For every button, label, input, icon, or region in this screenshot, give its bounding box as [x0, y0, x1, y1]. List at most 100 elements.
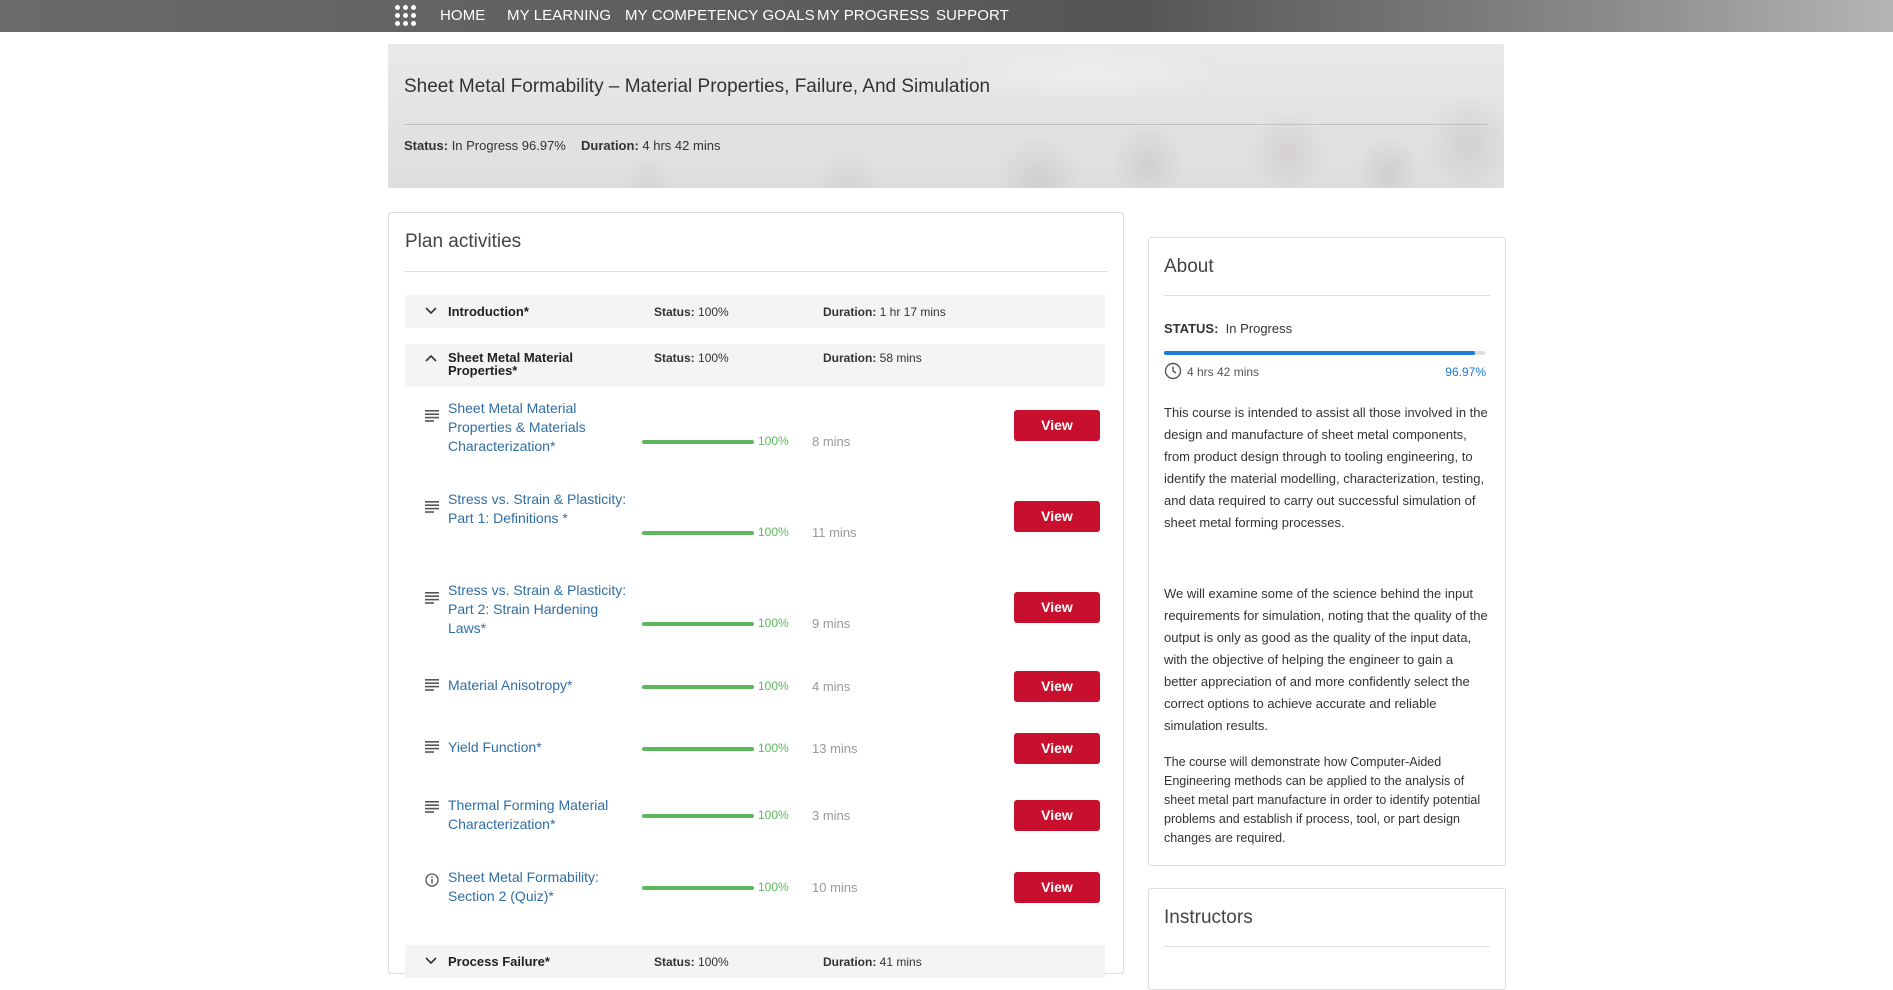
nav-home[interactable]: HOME [440, 0, 485, 32]
section-status-label: Status: [654, 955, 695, 969]
about-status: STATUS: In Progress [1164, 321, 1292, 336]
section-status-value: 100% [698, 351, 729, 365]
section-row-introduction[interactable]: Introduction* Status: 100% Duration: 1 h… [405, 295, 1105, 328]
section-duration-value: 1 hr 17 mins [879, 305, 946, 319]
section-name: Process Failure* [448, 954, 550, 969]
activity-progress-bar [642, 886, 754, 890]
chevron-down-icon[interactable] [425, 955, 437, 967]
document-icon [425, 741, 439, 753]
activity-title-link[interactable]: Sheet Metal Formability: Section 2 (Quiz… [448, 868, 638, 906]
instructors-card: Instructors [1148, 888, 1506, 990]
section-row-process-failure[interactable]: Process Failure* Status: 100% Duration: … [405, 945, 1105, 978]
hero-status: Status: In Progress 96.97% [404, 138, 566, 153]
section-duration-value: 58 mins [879, 351, 922, 365]
activity-row: Yield Function* 100% 13 mins View [405, 733, 1105, 778]
activity-row: Stress vs. Strain & Plasticity: Part 1: … [405, 490, 1105, 560]
activity-duration: 10 mins [812, 880, 858, 895]
about-card: About STATUS: In Progress 4 hrs 42 mins … [1148, 237, 1506, 866]
document-icon [425, 592, 439, 604]
instructors-title: Instructors [1164, 907, 1253, 928]
activity-duration: 3 mins [812, 808, 851, 823]
section-status-label: Status: [654, 351, 695, 365]
about-duration: 4 hrs 42 mins [1187, 365, 1260, 379]
about-status-value: In Progress [1225, 321, 1293, 336]
apps-grid-icon[interactable] [395, 5, 417, 27]
activity-progress-percent: 100% [758, 880, 789, 894]
nav-my-competency-goals[interactable]: MY COMPETENCY GOALS [625, 0, 815, 32]
activity-progress-bar [642, 531, 754, 535]
hero-status-label: Status: [404, 138, 449, 153]
chevron-down-icon[interactable] [425, 305, 437, 317]
activity-row: Thermal Forming Material Characterizatio… [405, 796, 1105, 841]
document-icon [425, 410, 439, 422]
activity-progress-bar [642, 622, 754, 626]
info-icon [425, 873, 439, 887]
section-status: Status: 100% [654, 955, 729, 969]
activity-progress-percent: 100% [758, 525, 789, 539]
activity-progress-bar [642, 814, 754, 818]
view-button[interactable]: View [1014, 671, 1100, 702]
hero-duration-label: Duration: [581, 138, 639, 153]
section-duration: Duration: 58 mins [823, 351, 922, 365]
section-duration-label: Duration: [823, 305, 877, 319]
section-name: Sheet Metal Material Properties* [448, 350, 573, 378]
view-button[interactable]: View [1014, 733, 1100, 764]
activity-row: Stress vs. Strain & Plasticity: Part 2: … [405, 581, 1105, 651]
about-paragraph: The course will demonstrate how Computer… [1164, 755, 1481, 845]
top-nav: HOME MY LEARNING MY COMPETENCY GOALS MY … [0, 0, 1893, 32]
section-status-value: 100% [698, 955, 729, 969]
section-duration-label: Duration: [823, 955, 877, 969]
document-icon [425, 801, 439, 813]
activity-progress-percent: 100% [758, 616, 789, 630]
section-status: Status: 100% [654, 305, 729, 319]
activity-title-link[interactable]: Sheet Metal Material Properties & Materi… [448, 399, 638, 456]
view-button[interactable]: View [1014, 410, 1100, 441]
activity-progress-bar [642, 685, 754, 689]
about-divider [1164, 295, 1490, 296]
section-row-sheet-metal-material-properties[interactable]: Sheet Metal Material Properties* Status:… [405, 344, 1105, 387]
activity-title-link[interactable]: Yield Function* [448, 738, 638, 757]
instructors-divider [1164, 946, 1490, 947]
activity-title-link[interactable]: Stress vs. Strain & Plasticity: Part 1: … [448, 490, 638, 528]
view-button[interactable]: View [1014, 872, 1100, 903]
course-progress-fill [1164, 351, 1476, 355]
activity-progress-percent: 100% [758, 434, 789, 448]
about-paragraph: This course is intended to assist all th… [1164, 405, 1488, 530]
hero-status-value: In Progress 96.97% [451, 138, 566, 153]
section-name: Introduction* [448, 304, 529, 319]
section-duration-value: 41 mins [879, 955, 922, 969]
course-title: Sheet Metal Formability – Material Prope… [404, 76, 991, 97]
activity-row: Material Anisotropy* 100% 4 mins View [405, 671, 1105, 716]
section-status-value: 100% [698, 305, 729, 319]
activity-title-link[interactable]: Thermal Forming Material Characterizatio… [448, 796, 638, 834]
section-duration-label: Duration: [823, 351, 877, 365]
nav-my-progress[interactable]: MY PROGRESS [817, 0, 930, 32]
activity-title-link[interactable]: Stress vs. Strain & Plasticity: Part 2: … [448, 581, 638, 638]
activity-duration: 9 mins [812, 616, 851, 631]
view-button[interactable]: View [1014, 592, 1100, 623]
activity-progress-percent: 100% [758, 679, 789, 693]
view-button[interactable]: View [1014, 800, 1100, 831]
about-paragraph: We will examine some of the science behi… [1164, 586, 1488, 733]
view-button[interactable]: View [1014, 501, 1100, 532]
course-hero-banner: Sheet Metal Formability – Material Prope… [388, 44, 1504, 188]
plan-activities-title: Plan activities [405, 231, 522, 252]
activity-duration: 13 mins [812, 741, 858, 756]
about-title: About [1164, 256, 1214, 277]
hero-duration-value: 4 hrs 42 mins [642, 138, 721, 153]
activity-title-link[interactable]: Material Anisotropy* [448, 676, 638, 695]
activity-progress-bar [642, 440, 754, 444]
section-status-label: Status: [654, 305, 695, 319]
nav-my-learning[interactable]: MY LEARNING [507, 0, 611, 32]
nav-support[interactable]: SUPPORT [936, 0, 1009, 32]
document-icon [425, 679, 439, 691]
activity-row: Sheet Metal Formability: Section 2 (Quiz… [405, 868, 1105, 913]
course-progress-bar [1164, 351, 1485, 355]
activity-duration: 11 mins [812, 525, 857, 540]
plan-activities-card: Plan activities Introduction* Status: 10… [388, 212, 1124, 978]
plan-divider [405, 271, 1107, 272]
section-duration: Duration: 1 hr 17 mins [823, 305, 946, 319]
chevron-up-icon[interactable] [425, 352, 437, 364]
activity-progress-percent: 100% [758, 808, 789, 822]
hero-duration: Duration: 4 hrs 42 mins [581, 138, 720, 153]
